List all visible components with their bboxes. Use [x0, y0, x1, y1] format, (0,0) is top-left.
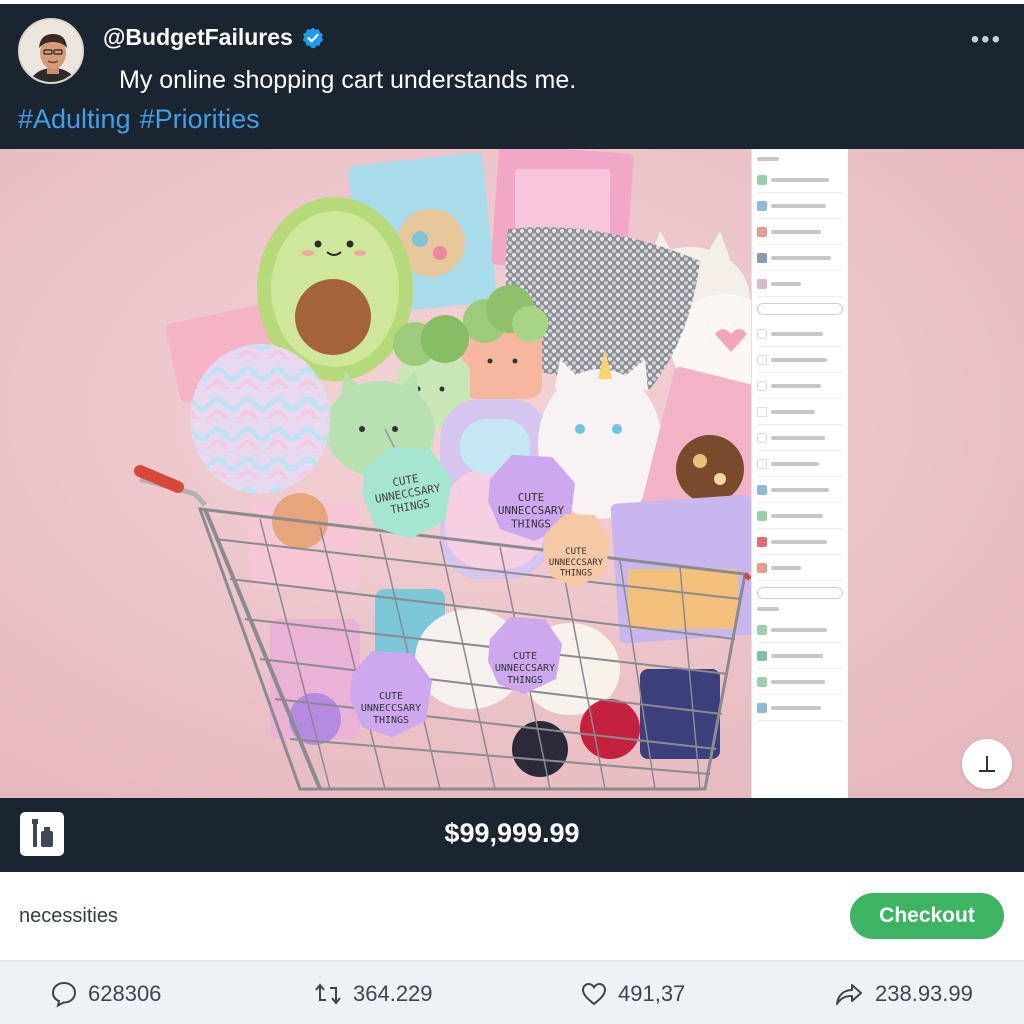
list-item — [757, 399, 843, 425]
list-item — [757, 219, 843, 245]
comment-icon — [51, 981, 77, 1008]
more-dots-icon[interactable]: ••• — [971, 26, 1002, 54]
list-item — [757, 167, 843, 193]
list-section-header — [757, 607, 779, 611]
list-select — [757, 303, 843, 315]
list-item — [757, 271, 843, 297]
list-header — [757, 157, 779, 161]
list-item — [757, 425, 843, 451]
user-handle[interactable]: @BudgetFailures — [103, 24, 293, 51]
retweet-count: 364.229 — [353, 981, 433, 1006]
list-item — [757, 347, 843, 373]
retweet-action[interactable]: 364.229 — [313, 980, 433, 1008]
list-item — [757, 643, 843, 669]
list-item — [757, 193, 843, 219]
hashtag-adulting[interactable]: #Adulting — [18, 104, 131, 135]
share-icon — [836, 984, 862, 1005]
cart-total-bar: $99,999.99 — [0, 798, 1024, 872]
list-item — [757, 321, 843, 347]
shopping-cart-illustration: CUTEUNNECCSARYTHINGS CUTE UNNECCSARY THING… — [0, 149, 1024, 798]
post-header: @BudgetFailures ••• My online shopping c… — [0, 4, 1024, 149]
verified-badge-icon — [301, 26, 325, 50]
engagement-bar: 628306 364.229 491,37 238.93.99 — [0, 960, 1024, 1024]
avatar[interactable] — [18, 18, 84, 84]
reply-action[interactable]: 628306 — [50, 980, 161, 1008]
list-item — [757, 373, 843, 399]
cart-total: $99,999.99 — [444, 818, 580, 848]
share-count: 238.93.99 — [875, 981, 973, 1006]
list-item — [757, 477, 843, 503]
post-image[interactable]: CUTEUNNECCSARYTHINGS CUTE UNNECCSARY THING… — [0, 149, 1024, 798]
list-select — [757, 587, 843, 599]
checkout-row: necessities Checkout — [0, 872, 1024, 960]
like-action[interactable]: 491,37 — [580, 980, 685, 1008]
list-item — [757, 503, 843, 529]
reply-count: 628306 — [88, 981, 162, 1006]
list-item — [757, 451, 843, 477]
list-item — [757, 245, 843, 271]
retweet-icon — [315, 983, 341, 1005]
list-item — [757, 617, 843, 643]
list-item — [757, 695, 843, 721]
list-item — [757, 529, 843, 555]
share-action[interactable]: 238.93.99 — [833, 980, 973, 1008]
hashtag-priorities[interactable]: #Priorities — [140, 104, 260, 135]
embedded-product-list — [751, 149, 848, 798]
list-item — [757, 669, 843, 695]
heart-icon — [581, 982, 607, 1006]
list-item — [757, 555, 843, 581]
checkout-button[interactable]: Checkout — [850, 893, 1004, 939]
holographic-plush — [190, 344, 330, 494]
handle-row: @BudgetFailures — [103, 24, 325, 51]
category-label: necessities — [19, 905, 118, 927]
post-card: @BudgetFailures ••• My online shopping c… — [0, 0, 1024, 1024]
tweet-text: My online shopping cart understands me. — [119, 66, 577, 94]
download-icon[interactable] — [962, 739, 1012, 789]
hashtag-list: #Adulting #Priorities — [18, 104, 260, 135]
like-count: 491,37 — [618, 981, 686, 1006]
